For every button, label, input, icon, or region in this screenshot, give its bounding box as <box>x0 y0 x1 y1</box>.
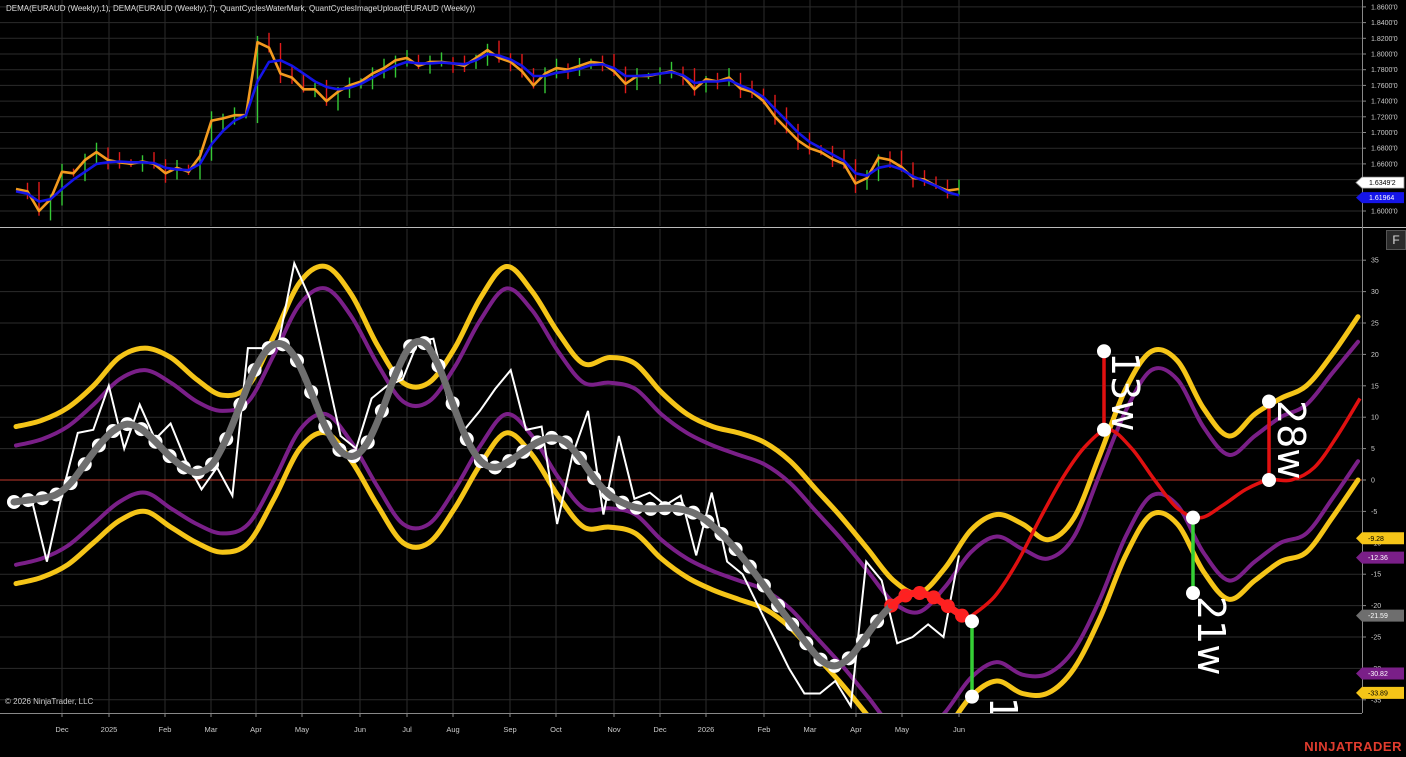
chart-canvas: Dec 2025 Feb Mar Apr May Jun Jul Aug Sep Oct Nov Dec… <box>0 0 1406 757</box>
x-tick-label: Jun <box>354 725 366 734</box>
osc-y-tick-label: 0 <box>1371 478 1375 485</box>
osc-y-tick-label: 25 <box>1371 321 1379 328</box>
osc-axis-label: -30.82 <box>1356 667 1404 680</box>
osc-y-tick-label: 35 <box>1371 258 1379 265</box>
price-y-tick-label: 1.6600'0 <box>1371 161 1398 168</box>
x-tick-label: Apr <box>250 725 262 734</box>
cycle-marker-dot <box>965 689 979 704</box>
price-y-tick-label: 1.8400'0 <box>1371 20 1398 27</box>
osc-y-tick-label: 30 <box>1371 289 1379 296</box>
osc-axis-label: -21.59 <box>1356 609 1404 622</box>
x-tick-label: 2025 <box>101 725 118 734</box>
x-tick-label: Aug <box>446 725 459 734</box>
osc-y-tick-label: 20 <box>1371 352 1379 359</box>
osc-y-tick-label: -5 <box>1371 509 1377 516</box>
price-axis-label: 1.6349'2 <box>1355 176 1405 189</box>
x-tick-label: May <box>895 725 909 734</box>
cycle-marker-13w: 13w <box>1097 344 1147 437</box>
osc-y-tick-label: 10 <box>1371 415 1379 422</box>
price-label-text: 1.6349'2 <box>1369 180 1396 187</box>
x-tick-label: Dec <box>55 725 69 734</box>
cycle-marker-28w: 28w <box>1262 394 1313 487</box>
osc-axis-label: -33.89 <box>1356 686 1404 699</box>
x-tick-label: Feb <box>159 725 172 734</box>
osc-axis-label: -12.36 <box>1356 551 1404 564</box>
chart-title: DEMA(EURAUD (Weekly),1), DEMA(EURAUD (We… <box>6 4 476 13</box>
price-y-tick-label: 1.7800'0 <box>1371 67 1398 74</box>
x-tick-label: Nov <box>607 725 621 734</box>
x-tick-label: Apr <box>850 725 862 734</box>
price-y-tick-label: 1.7600'0 <box>1371 83 1398 90</box>
x-tick-label: Dec <box>653 725 667 734</box>
ninjatrader-logo: NINJATRADER <box>1304 739 1402 754</box>
osc-label-text: -30.82 <box>1368 671 1388 678</box>
x-tick-label: Feb <box>758 725 771 734</box>
x-tick-label: Jun <box>953 725 965 734</box>
osc-y-tick-label: -20 <box>1371 603 1381 610</box>
osc-label-text: -21.59 <box>1368 613 1388 620</box>
price-axis-label: 1.61964 <box>1356 192 1404 204</box>
panel-f-button[interactable]: F <box>1386 230 1406 250</box>
cycle-label: 13w <box>1103 352 1147 431</box>
x-tick-label: Oct <box>550 725 563 734</box>
osc-label-text: -12.36 <box>1368 555 1388 562</box>
osc-axis-label: -9.28 <box>1356 532 1404 545</box>
x-tick-label: Sep <box>503 725 516 734</box>
cycle-label: 28w <box>1269 400 1313 479</box>
osc-y-tick-label: 15 <box>1371 383 1379 390</box>
cycle-marker-dot <box>965 614 979 629</box>
osc-label-text: -9.28 <box>1368 536 1384 543</box>
osc-y-tick-label: -15 <box>1371 572 1381 579</box>
price-y-tick-label: 1.6800'0 <box>1371 146 1398 153</box>
osc-y-tick-label: 5 <box>1371 446 1375 453</box>
price-y-tick-label: 1.6000'0 <box>1371 209 1398 216</box>
cycle-marker-dot <box>1186 510 1200 525</box>
x-tick-label: 2026 <box>698 725 715 734</box>
copyright-text: © 2026 NinjaTrader, LLC <box>5 697 94 706</box>
price-y-tick-label: 1.8200'0 <box>1371 36 1398 43</box>
price-label-text: 1.61964 <box>1369 195 1394 202</box>
cycle-label: 21w <box>1189 596 1233 675</box>
x-tick-label: Jul <box>402 725 412 734</box>
price-y-tick-label: 1.8600'0 <box>1371 4 1398 11</box>
x-tick-label: Mar <box>205 725 218 734</box>
x-tick-label: May <box>295 725 309 734</box>
x-tick-label: Mar <box>804 725 817 734</box>
osc-label-text: -33.89 <box>1368 690 1388 697</box>
price-y-tick-label: 1.7000'0 <box>1371 130 1398 137</box>
price-y-tick-label: 1.7200'0 <box>1371 114 1398 121</box>
price-y-tick-label: 1.7400'0 <box>1371 99 1398 106</box>
osc-y-tick-label: -25 <box>1371 635 1381 642</box>
price-y-tick-label: 1.8000'0 <box>1371 52 1398 59</box>
